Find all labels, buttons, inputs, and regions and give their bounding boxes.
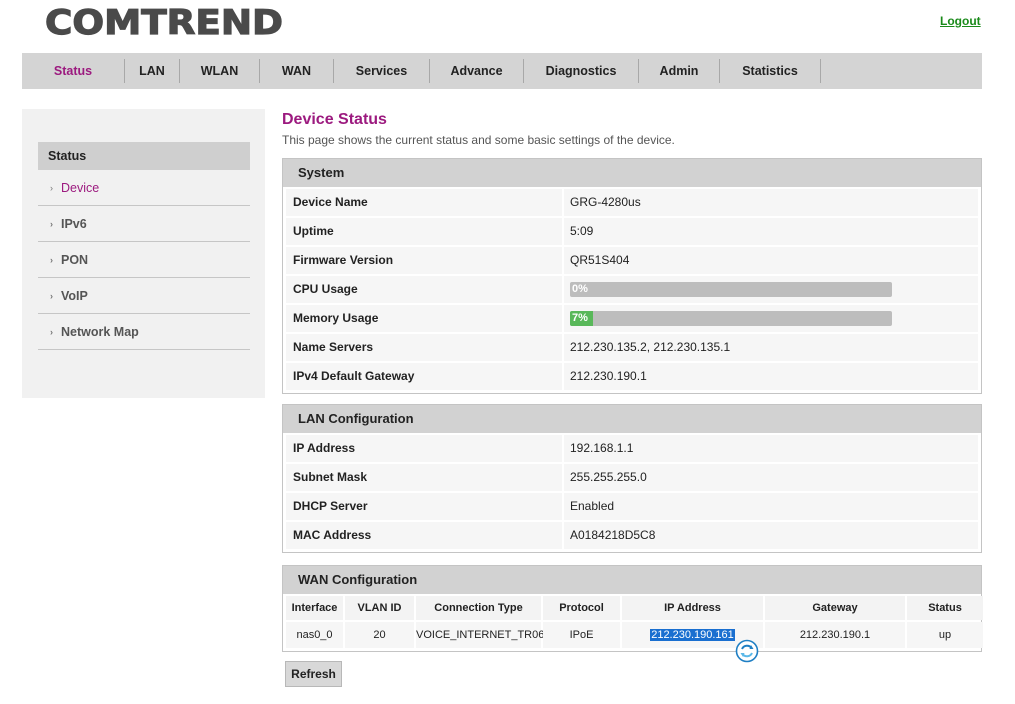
logout-link[interactable]: Logout [940,14,981,28]
wan-cell-protocol: IPoE [543,622,620,648]
nav-status[interactable]: Status [22,59,125,83]
chevron-right-icon: › [50,254,53,265]
refresh-button[interactable]: Refresh [285,661,342,687]
row-key: IPv4 Default Gateway [286,363,564,390]
nav-wlan[interactable]: WLAN [180,59,260,83]
nav-wan[interactable]: WAN [260,59,334,83]
row-key: IP Address [286,435,564,462]
wan-header-protocol: Protocol [543,596,620,620]
row-value: GRG-4280us [570,195,641,209]
nav-diagnostics[interactable]: Diagnostics [524,59,639,83]
nav-services[interactable]: Services [334,59,430,83]
chevron-right-icon: › [50,218,53,229]
wan-cell-gateway: 212.230.190.1 [765,622,905,648]
wan-panel-title: WAN Configuration [298,572,418,587]
sidebar-item-ipv6[interactable]: › IPv6 [38,206,250,242]
wan-header-gateway: Gateway [765,596,905,620]
lan-row-dhcp: DHCP Server Enabled [286,493,978,520]
system-panel: System Device Name GRG-4280us Uptime 5:0… [282,158,982,394]
sidebar-item-label: VoIP [61,288,88,303]
system-row-name-servers: Name Servers 212.230.135.2, 212.230.135.… [286,334,978,361]
sidebar-item-network-map[interactable]: › Network Map [38,314,250,350]
nav-statistics[interactable]: Statistics [720,59,821,83]
row-key: DHCP Server [286,493,564,520]
row-key: Memory Usage [286,305,564,332]
system-row-gateway: IPv4 Default Gateway 212.230.190.1 [286,363,978,390]
wan-header-interface: Interface [286,596,343,620]
sidebar-item-label: IPv6 [61,216,87,231]
row-value: 255.255.255.0 [570,470,647,484]
wan-header-ip-address: IP Address [622,596,763,620]
row-key: Subnet Mask [286,464,564,491]
page-title: Device Status [282,111,387,128]
cpu-usage-bar: 0% [570,282,892,297]
wan-cell-connection-type: VOICE_INTERNET_TR069 [416,622,550,648]
lan-row-ip: IP Address 192.168.1.1 [286,435,978,462]
wan-cell-vlan-id: 20 [345,622,414,648]
wan-panel: WAN Configuration Interface VLAN ID Conn… [282,565,983,652]
row-key: MAC Address [286,522,564,549]
nav-lan[interactable]: LAN [125,59,180,83]
system-row-firmware: Firmware Version QR51S404 [286,247,978,274]
chevron-right-icon: › [50,326,53,337]
row-value: 5:09 [570,224,594,238]
lan-row-mac: MAC Address A0184218D5C8 [286,522,978,549]
row-value: 192.168.1.1 [570,441,634,455]
wan-header-status: Status [907,596,983,620]
row-value: 212.230.190.1 [570,369,647,383]
row-key: CPU Usage [286,276,564,303]
sidebar-item-label: Network Map [61,324,139,339]
chevron-right-icon: › [50,290,53,301]
memory-usage-bar: 7% [570,311,892,326]
wan-header-vlan-id: VLAN ID [345,596,414,620]
system-row-device-name: Device Name GRG-4280us [286,189,978,216]
wan-cell-status: up [907,622,983,648]
system-panel-title: System [298,165,345,180]
sidebar-item-device[interactable]: › Device [38,170,250,206]
row-key: Name Servers [286,334,564,361]
lan-row-subnet: Subnet Mask 255.255.255.0 [286,464,978,491]
wan-table: Interface VLAN ID Connection Type Protoc… [286,596,983,648]
system-row-memory: Memory Usage 7% [286,305,978,332]
lan-panel-title: LAN Configuration [298,411,414,426]
wan-cell-interface: nas0_0 [286,622,343,648]
row-key: Uptime [286,218,564,245]
lan-panel: LAN Configuration IP Address 192.168.1.1… [282,404,982,553]
logo-text: COMTREND [45,4,283,38]
row-value: A0184218D5C8 [570,528,656,542]
comtrend-logo: COMTREND [45,4,284,38]
system-row-cpu: CPU Usage 0% [286,276,978,303]
row-key: Firmware Version [286,247,564,274]
wan-header-connection-type: Connection Type [416,596,541,620]
row-value: 212.230.135.2, 212.230.135.1 [570,340,731,354]
page-description: This page shows the current status and s… [282,133,675,147]
cpu-usage-label: 0% [572,283,588,295]
sidebar-item-voip[interactable]: › VoIP [38,278,250,314]
chevron-right-icon: › [50,182,53,193]
memory-usage-label: 7% [572,312,588,324]
sidebar-item-label: PON [61,252,89,267]
selected-ip-text[interactable]: 212.230.190.161 [650,629,735,641]
nav-advance[interactable]: Advance [430,59,524,83]
sidebar: Status › Device › IPv6 › PON › VoIP › Ne… [22,109,265,398]
nav-admin[interactable]: Admin [639,59,720,83]
system-row-uptime: Uptime 5:09 [286,218,978,245]
row-value: Enabled [570,499,615,513]
refresh-spinner-icon [735,639,759,663]
row-value: QR51S404 [570,253,630,267]
row-key: Device Name [286,189,564,216]
sidebar-item-label: Device [61,180,100,195]
sidebar-item-pon[interactable]: › PON [38,242,250,278]
top-navigation: Status LAN WLAN WAN Services Advance Dia… [22,53,982,89]
sidebar-heading: Status [38,142,250,170]
